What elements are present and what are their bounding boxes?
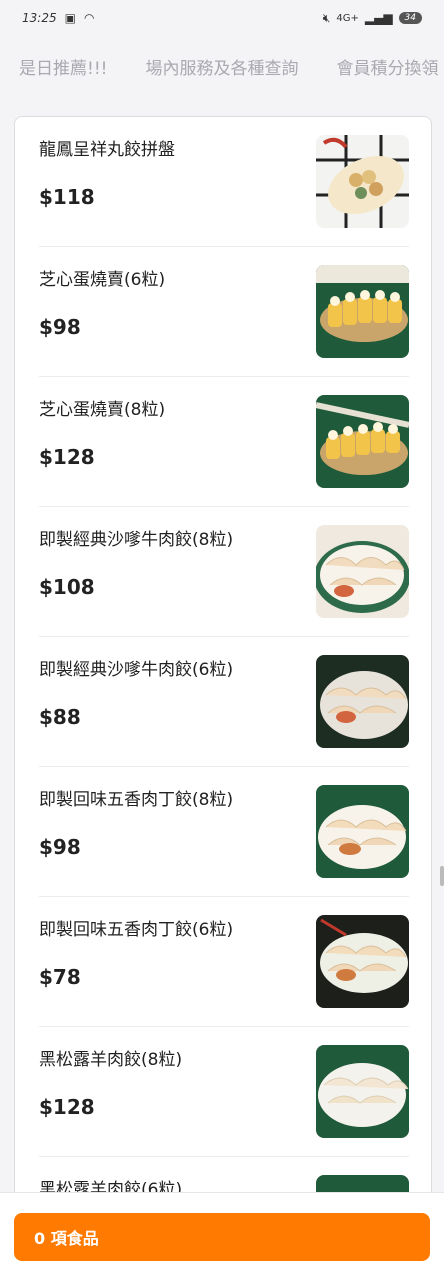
status-left: 13:25 ▣ ◠ [22, 11, 94, 25]
tab-recommendations[interactable]: 是日推薦!!! [0, 54, 126, 79]
item-name: 芝心蛋燒賣(8粒) [39, 400, 166, 420]
dumpling-photo[interactable] [316, 785, 409, 878]
scrollbar-handle[interactable] [440, 866, 444, 886]
item-name: 即製經典沙嗲牛肉餃(6粒) [39, 660, 234, 680]
dumpling-photo[interactable] [316, 915, 409, 1008]
wifi-icon: ◠ [83, 11, 95, 25]
menu-item[interactable]: 即製回味五香肉丁餃(8粒) $98 [39, 767, 409, 897]
dumpling-photo[interactable] [316, 655, 409, 748]
screenshot-icon: ▣ [64, 11, 76, 25]
status-time: 13:25 [22, 11, 57, 25]
item-price: $98 [39, 835, 81, 859]
menu-item[interactable]: 龍鳳呈祥丸餃拼盤 $118 [39, 117, 409, 247]
item-name: 即製回味五香肉丁餃(8粒) [39, 790, 234, 810]
item-price: $78 [39, 965, 81, 989]
item-name: 黑松露羊肉餃(8粒) [39, 1050, 183, 1070]
item-name: 即製回味五香肉丁餃(6粒) [39, 920, 234, 940]
signal-icon: ▂▄▆ [364, 11, 393, 25]
category-tabs: 是日推薦!!! 場內服務及各種查詢 會員積分換領 [0, 46, 444, 86]
siumai-photo[interactable] [316, 265, 409, 358]
battery-indicator: 34 [398, 12, 422, 24]
tab-services[interactable]: 場內服務及各種查詢 [126, 54, 317, 79]
item-price: $128 [39, 1095, 95, 1119]
mute-icon: 🔇︎ [322, 10, 331, 25]
status-bar: 13:25 ▣ ◠ 🔇︎ 4G+ ▂▄▆ 34 [0, 0, 444, 36]
item-price: $108 [39, 575, 95, 599]
tab-member-points[interactable]: 會員積分換領 [317, 54, 444, 79]
bottom-bar: 0 項食品 [0, 1192, 444, 1281]
menu-item[interactable]: 芝心蛋燒賣(6粒) $98 [39, 247, 409, 377]
platter-photo[interactable] [316, 135, 409, 228]
menu-item[interactable]: 即製經典沙嗲牛肉餃(8粒) $108 [39, 507, 409, 637]
item-name: 芝心蛋燒賣(6粒) [39, 270, 166, 290]
dumpling-photo[interactable] [316, 525, 409, 618]
cart-button[interactable]: 0 項食品 [14, 1213, 430, 1261]
menu-item[interactable]: 即製回味五香肉丁餃(6粒) $78 [39, 897, 409, 1027]
item-name: 即製經典沙嗲牛肉餃(8粒) [39, 530, 234, 550]
item-price: $88 [39, 705, 81, 729]
dumpling-photo[interactable] [316, 1045, 409, 1138]
menu-list: 龍鳳呈祥丸餃拼盤 $118 芝心蛋燒賣(6粒) $98 芝心蛋燒賣(8粒) $1… [14, 116, 432, 1238]
menu-item[interactable]: 黑松露羊肉餃(8粒) $128 [39, 1027, 409, 1157]
siumai-photo[interactable] [316, 395, 409, 488]
item-name: 龍鳳呈祥丸餃拼盤 [39, 140, 175, 160]
item-price: $118 [39, 185, 95, 209]
network-label: 4G+ [336, 12, 359, 24]
menu-item[interactable]: 即製經典沙嗲牛肉餃(6粒) $88 [39, 637, 409, 767]
menu-item[interactable]: 芝心蛋燒賣(8粒) $128 [39, 377, 409, 507]
item-price: $98 [39, 315, 81, 339]
item-price: $128 [39, 445, 95, 469]
status-right: 🔇︎ 4G+ ▂▄▆ 34 [323, 11, 422, 26]
